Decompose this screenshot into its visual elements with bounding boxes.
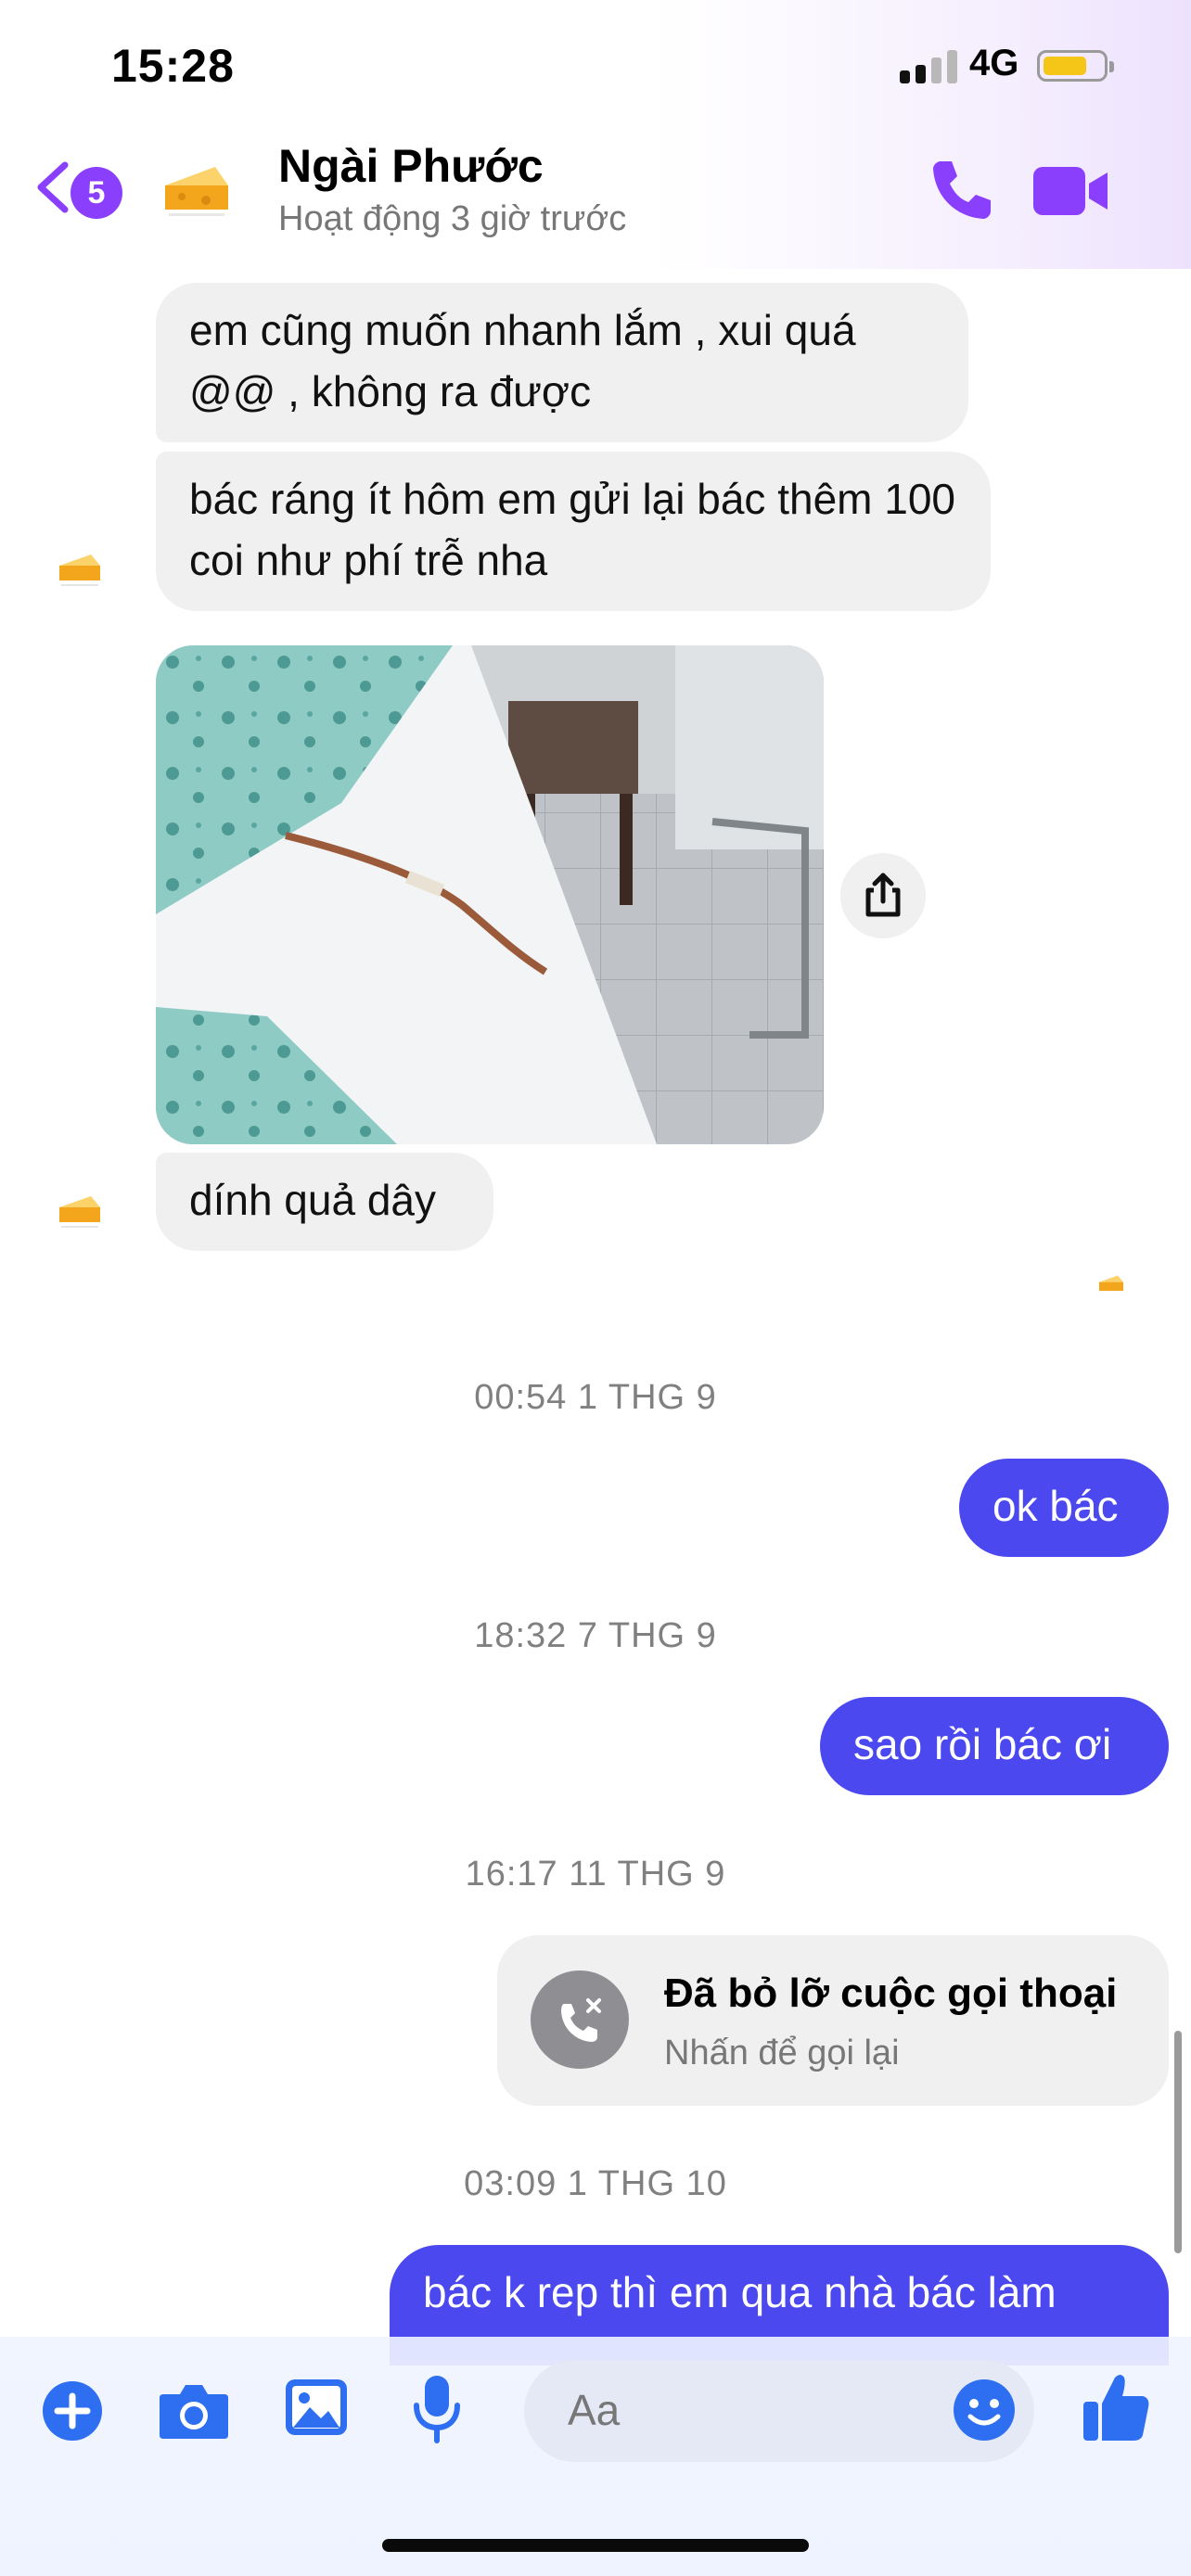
sender-avatar[interactable] [56, 1191, 104, 1231]
contact-status: Hoạt động 3 giờ trước [278, 199, 627, 238]
share-button[interactable] [840, 853, 926, 938]
incoming-message[interactable]: dính quả dây [156, 1153, 493, 1251]
timestamp: 16:17 11 THG 9 [465, 1855, 726, 1894]
photo-message[interactable] [156, 645, 824, 1144]
plus-icon[interactable] [41, 2379, 104, 2442]
unread-badge[interactable]: 5 [70, 167, 122, 219]
incoming-message[interactable]: bác ráng ít hôm em gửi lại bác thêm 100 … [156, 452, 991, 611]
camera-icon[interactable] [158, 2381, 230, 2441]
gallery-icon[interactable] [284, 2378, 349, 2437]
status-time: 15:28 [111, 40, 235, 92]
back-chevron-icon[interactable] [33, 159, 70, 215]
timestamp: 18:32 7 THG 9 [474, 1616, 717, 1655]
missed-call-icon [531, 1970, 629, 2069]
network-type: 4G [969, 43, 1019, 83]
seen-avatar [1099, 1275, 1123, 1292]
missed-call-subtitle: Nhấn để gọi lại [664, 2034, 900, 2072]
thumbs-up-icon[interactable] [1082, 2370, 1152, 2444]
scrollbar[interactable] [1174, 2031, 1182, 2253]
cheese-avatar[interactable] [160, 158, 234, 223]
timestamp: 03:09 1 THG 10 [464, 2164, 727, 2203]
battery-icon [1037, 50, 1114, 82]
share-icon [865, 873, 901, 917]
contact-name[interactable]: Ngài Phước [278, 139, 544, 193]
home-indicator [382, 2539, 809, 2552]
outgoing-message[interactable]: sao rồi bác ơi [820, 1697, 1169, 1795]
signal-strength-icon [900, 50, 959, 83]
missed-call-card[interactable]: Đã bỏ lỡ cuộc gọi thoại Nhấn để gọi lại [497, 1935, 1169, 2106]
outgoing-message[interactable]: ok bác [959, 1459, 1169, 1557]
incoming-message[interactable]: em cũng muốn nhanh lắm , xui quá @@ , kh… [156, 283, 968, 442]
timestamp: 00:54 1 THG 9 [474, 1378, 717, 1417]
emoji-icon[interactable] [952, 2378, 1017, 2442]
phone-icon[interactable] [928, 156, 994, 223]
sender-avatar[interactable] [56, 549, 104, 590]
microphone-icon[interactable] [412, 2374, 462, 2444]
message-input-placeholder: Aa [568, 2386, 621, 2434]
missed-call-title: Đã bỏ lỡ cuộc gọi thoại [664, 1970, 1118, 2016]
video-camera-icon[interactable] [1031, 163, 1109, 219]
